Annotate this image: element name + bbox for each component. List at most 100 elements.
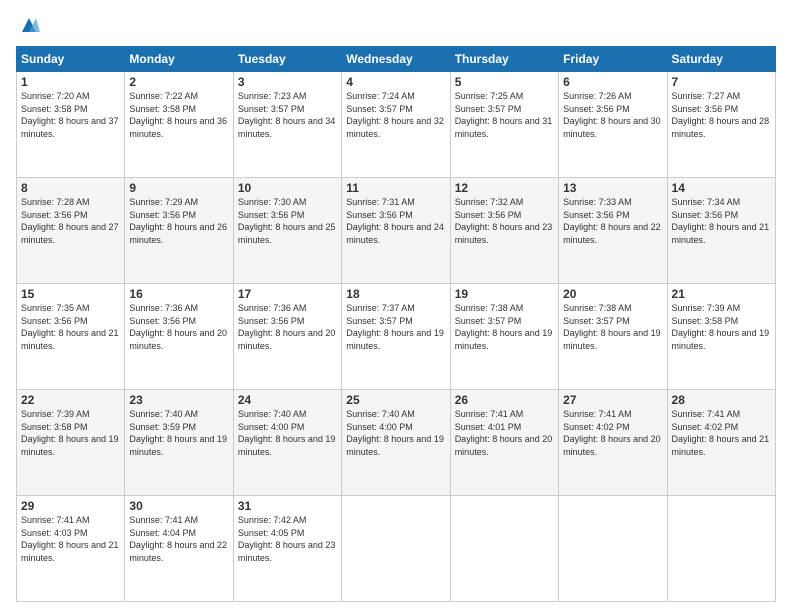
day-cell: 4 Sunrise: 7:24 AMSunset: 3:57 PMDaylight… [342, 72, 450, 178]
day-header-thursday: Thursday [450, 47, 558, 72]
day-number: 17 [238, 287, 337, 301]
day-cell [667, 496, 775, 602]
day-number: 10 [238, 181, 337, 195]
day-cell: 17Sunrise: 7:36 AMSunset: 3:56 PMDayligh… [233, 284, 341, 390]
day-cell [450, 496, 558, 602]
day-cell: 15Sunrise: 7:35 AMSunset: 3:56 PMDayligh… [17, 284, 125, 390]
day-info: Sunrise: 7:24 AMSunset: 3:57 PMDaylight:… [346, 91, 444, 139]
day-cell: 18Sunrise: 7:37 AMSunset: 3:57 PMDayligh… [342, 284, 450, 390]
day-cell: 5 Sunrise: 7:25 AMSunset: 3:57 PMDaylight… [450, 72, 558, 178]
day-cell: 13 Sunrise: 7:33 AMSunset: 3:56 PMDayligh… [559, 178, 667, 284]
day-cell: 26 Sunrise: 7:41 AMSunset: 4:01 PMDayligh… [450, 390, 558, 496]
day-number: 20 [563, 287, 662, 301]
day-info: Sunrise: 7:41 AMSunset: 4:03 PMDaylight:… [21, 515, 119, 563]
day-cell: 7Sunrise: 7:27 AMSunset: 3:56 PMDaylight… [667, 72, 775, 178]
day-cell: 29 Sunrise: 7:41 AMSunset: 4:03 PMDayligh… [17, 496, 125, 602]
day-cell: 24 Sunrise: 7:40 AMSunset: 4:00 PMDayligh… [233, 390, 341, 496]
day-number: 2 [129, 75, 228, 89]
day-info: Sunrise: 7:36 AMSunset: 3:56 PMDaylight:… [129, 303, 227, 351]
day-info: Sunrise: 7:39 AMSunset: 3:58 PMDaylight:… [672, 303, 770, 351]
day-info: Sunrise: 7:41 AMSunset: 4:02 PMDaylight:… [563, 409, 661, 457]
day-number: 13 [563, 181, 662, 195]
day-cell: 30 Sunrise: 7:41 AMSunset: 4:04 PMDayligh… [125, 496, 233, 602]
day-info: Sunrise: 7:41 AMSunset: 4:02 PMDaylight:… [672, 409, 770, 457]
day-info: Sunrise: 7:40 AMSunset: 3:59 PMDaylight:… [129, 409, 227, 457]
day-number: 4 [346, 75, 445, 89]
day-cell: 12 Sunrise: 7:32 AMSunset: 3:56 PMDayligh… [450, 178, 558, 284]
day-header-sunday: Sunday [17, 47, 125, 72]
day-info: Sunrise: 7:31 AMSunset: 3:56 PMDaylight:… [346, 197, 444, 245]
day-number: 15 [21, 287, 120, 301]
day-number: 30 [129, 499, 228, 513]
day-info: Sunrise: 7:22 AMSunset: 3:58 PMDaylight:… [129, 91, 227, 139]
day-info: Sunrise: 7:41 AMSunset: 4:01 PMDaylight:… [455, 409, 553, 457]
day-cell: 11 Sunrise: 7:31 AMSunset: 3:56 PMDayligh… [342, 178, 450, 284]
day-number: 31 [238, 499, 337, 513]
day-header-wednesday: Wednesday [342, 47, 450, 72]
day-info: Sunrise: 7:23 AMSunset: 3:57 PMDaylight:… [238, 91, 336, 139]
header [16, 16, 776, 36]
day-info: Sunrise: 7:33 AMSunset: 3:56 PMDaylight:… [563, 197, 661, 245]
day-number: 25 [346, 393, 445, 407]
day-cell: 8 Sunrise: 7:28 AMSunset: 3:56 PMDaylight… [17, 178, 125, 284]
calendar-table: SundayMondayTuesdayWednesdayThursdayFrid… [16, 46, 776, 602]
day-info: Sunrise: 7:25 AMSunset: 3:57 PMDaylight:… [455, 91, 553, 139]
week-row-1: 1Sunrise: 7:20 AMSunset: 3:58 PMDaylight… [17, 72, 776, 178]
day-cell: 9 Sunrise: 7:29 AMSunset: 3:56 PMDaylight… [125, 178, 233, 284]
logo-icon [18, 14, 40, 36]
day-info: Sunrise: 7:32 AMSunset: 3:56 PMDaylight:… [455, 197, 553, 245]
week-row-5: 29 Sunrise: 7:41 AMSunset: 4:03 PMDayligh… [17, 496, 776, 602]
week-row-2: 8 Sunrise: 7:28 AMSunset: 3:56 PMDaylight… [17, 178, 776, 284]
day-number: 5 [455, 75, 554, 89]
day-cell: 14 Sunrise: 7:34 AMSunset: 3:56 PMDayligh… [667, 178, 775, 284]
day-cell [342, 496, 450, 602]
day-info: Sunrise: 7:34 AMSunset: 3:56 PMDaylight:… [672, 197, 770, 245]
calendar-body: 1Sunrise: 7:20 AMSunset: 3:58 PMDaylight… [17, 72, 776, 602]
day-number: 9 [129, 181, 228, 195]
day-cell: 3Sunrise: 7:23 AMSunset: 3:57 PMDaylight… [233, 72, 341, 178]
day-cell: 10 Sunrise: 7:30 AMSunset: 3:56 PMDayligh… [233, 178, 341, 284]
day-header-saturday: Saturday [667, 47, 775, 72]
logo-text [16, 16, 40, 36]
page: SundayMondayTuesdayWednesdayThursdayFrid… [0, 0, 792, 612]
day-number: 21 [672, 287, 771, 301]
day-cell: 22 Sunrise: 7:39 AMSunset: 3:58 PMDayligh… [17, 390, 125, 496]
day-cell: 6Sunrise: 7:26 AMSunset: 3:56 PMDaylight… [559, 72, 667, 178]
day-number: 14 [672, 181, 771, 195]
day-info: Sunrise: 7:42 AMSunset: 4:05 PMDaylight:… [238, 515, 336, 563]
day-number: 29 [21, 499, 120, 513]
day-header-monday: Monday [125, 47, 233, 72]
day-info: Sunrise: 7:28 AMSunset: 3:56 PMDaylight:… [21, 197, 119, 245]
day-number: 16 [129, 287, 228, 301]
day-info: Sunrise: 7:37 AMSunset: 3:57 PMDaylight:… [346, 303, 444, 351]
calendar-header-row: SundayMondayTuesdayWednesdayThursdayFrid… [17, 47, 776, 72]
day-number: 8 [21, 181, 120, 195]
day-cell: 23 Sunrise: 7:40 AMSunset: 3:59 PMDayligh… [125, 390, 233, 496]
week-row-4: 22 Sunrise: 7:39 AMSunset: 3:58 PMDayligh… [17, 390, 776, 496]
day-info: Sunrise: 7:30 AMSunset: 3:56 PMDaylight:… [238, 197, 336, 245]
week-row-3: 15Sunrise: 7:35 AMSunset: 3:56 PMDayligh… [17, 284, 776, 390]
day-cell: 27Sunrise: 7:41 AMSunset: 4:02 PMDayligh… [559, 390, 667, 496]
day-cell [559, 496, 667, 602]
day-number: 6 [563, 75, 662, 89]
day-number: 26 [455, 393, 554, 407]
day-info: Sunrise: 7:38 AMSunset: 3:57 PMDaylight:… [455, 303, 553, 351]
day-cell: 25 Sunrise: 7:40 AMSunset: 4:00 PMDayligh… [342, 390, 450, 496]
day-number: 11 [346, 181, 445, 195]
day-info: Sunrise: 7:29 AMSunset: 3:56 PMDaylight:… [129, 197, 227, 245]
day-number: 12 [455, 181, 554, 195]
day-number: 23 [129, 393, 228, 407]
day-cell: 20Sunrise: 7:38 AMSunset: 3:57 PMDayligh… [559, 284, 667, 390]
day-cell: 1Sunrise: 7:20 AMSunset: 3:58 PMDaylight… [17, 72, 125, 178]
day-number: 28 [672, 393, 771, 407]
day-info: Sunrise: 7:41 AMSunset: 4:04 PMDaylight:… [129, 515, 227, 563]
day-number: 22 [21, 393, 120, 407]
day-header-friday: Friday [559, 47, 667, 72]
day-info: Sunrise: 7:40 AMSunset: 4:00 PMDaylight:… [238, 409, 336, 457]
day-info: Sunrise: 7:39 AMSunset: 3:58 PMDaylight:… [21, 409, 119, 457]
day-number: 24 [238, 393, 337, 407]
day-info: Sunrise: 7:40 AMSunset: 4:00 PMDaylight:… [346, 409, 444, 457]
day-cell: 21 Sunrise: 7:39 AMSunset: 3:58 PMDayligh… [667, 284, 775, 390]
logo [16, 16, 40, 36]
day-cell: 16 Sunrise: 7:36 AMSunset: 3:56 PMDayligh… [125, 284, 233, 390]
